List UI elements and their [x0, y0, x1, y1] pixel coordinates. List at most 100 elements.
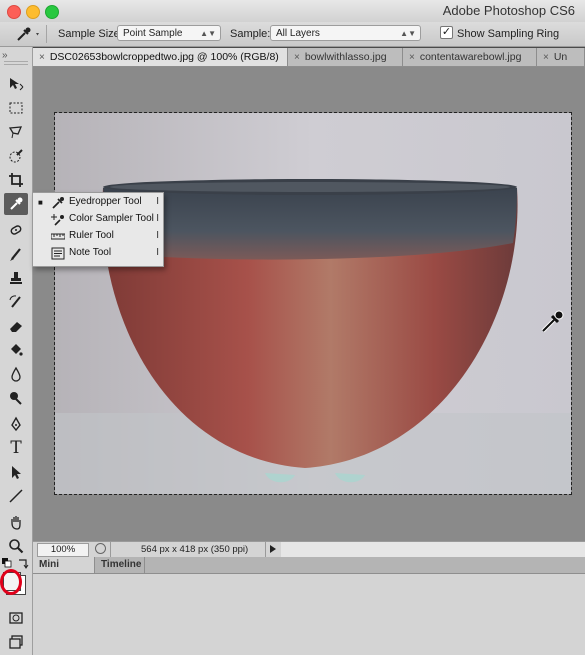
dodge-icon: [10, 392, 22, 405]
blur-drop-icon: [11, 366, 21, 382]
menu-item-label: Note Tool: [69, 247, 112, 258]
zoom-window-button[interactable]: [45, 5, 59, 19]
select-arrows-icon: ▲▼: [400, 29, 416, 38]
history-brush-icon: [9, 295, 21, 308]
paint-bucket-tool-button[interactable]: [4, 339, 28, 361]
eyedropper-tool-flyout: ■ Eyedropper Tool I Color Sampler Tool I…: [32, 192, 164, 267]
eyedropper-tool-button[interactable]: [4, 193, 28, 215]
dodge-tool-button[interactable]: [4, 387, 28, 409]
screen-mode-icon: [9, 635, 23, 649]
document-info: 564 px x 418 px (350 ppi): [141, 544, 249, 555]
history-brush-tool-button[interactable]: [4, 291, 28, 313]
color-sampler-icon: [51, 214, 64, 226]
status-bar: 100% 564 px x 418 px (350 ppi): [33, 541, 585, 557]
status-menu-icon[interactable]: [95, 543, 106, 554]
sample-select[interactable]: All Layers ▲▼: [270, 25, 421, 41]
lasso-tool-button[interactable]: [4, 121, 28, 143]
options-divider: [46, 25, 47, 43]
swap-colors-button[interactable]: [17, 557, 29, 569]
clone-stamp-tool-button[interactable]: [4, 267, 28, 289]
close-window-button[interactable]: [7, 5, 21, 19]
tab-contentawarebowl[interactable]: × contentawarebowl.jpg: [403, 48, 537, 66]
close-tab-icon[interactable]: ×: [39, 52, 45, 63]
stamp-icon: [10, 272, 22, 284]
tab-bowlwithlasso[interactable]: × bowlwithlasso.jpg: [288, 48, 403, 66]
type-tool-button[interactable]: T: [4, 437, 28, 459]
default-colors-button[interactable]: [2, 558, 12, 568]
shortcut-label: I: [156, 247, 159, 258]
tab-label: Un: [553, 51, 568, 63]
shortcut-label: I: [156, 196, 159, 207]
close-tab-icon[interactable]: ×: [294, 52, 300, 63]
quick-selection-tool-button[interactable]: [4, 145, 28, 167]
line-tool-button[interactable]: [4, 485, 28, 507]
sample-label: Sample:: [230, 28, 271, 40]
move-tool-button[interactable]: [4, 73, 28, 95]
menu-item-label: Eyedropper Tool: [69, 196, 142, 207]
document-image[interactable]: [54, 112, 572, 495]
status-divider: [265, 542, 266, 557]
pen-icon: [11, 416, 21, 432]
eyedropper-icon: [17, 27, 39, 41]
select-arrows-icon: ▲▼: [200, 29, 216, 38]
crop-tool-button[interactable]: [4, 169, 28, 191]
highlight-circle-annotation: [0, 569, 22, 595]
panel-tab-bar: Mini Bridge Timeline: [33, 557, 585, 586]
eyedropper-icon: [52, 197, 64, 209]
path-selection-tool-button[interactable]: [4, 461, 28, 483]
document-tab-bar: × DSC02653bowlcroppedtwo.jpg @ 100% (RGB/…: [33, 48, 585, 67]
menu-item-eyedropper-tool[interactable]: ■ Eyedropper Tool I: [33, 194, 163, 211]
tab-label: bowlwithlasso.jpg: [304, 51, 387, 63]
tab-label: DSC02653bowlcroppedtwo.jpg @ 100% (RGB/8…: [49, 51, 279, 63]
tools-panel: » T: [0, 47, 33, 655]
brush-icon: [10, 248, 21, 261]
zoom-tool-button[interactable]: [4, 535, 28, 557]
line-icon: [9, 489, 23, 503]
quick-selection-icon: [9, 149, 23, 163]
hand-icon: [11, 516, 21, 530]
menu-item-ruler-tool[interactable]: Ruler Tool I: [33, 228, 163, 245]
screen-mode-button[interactable]: [4, 631, 28, 653]
tab-dsc02653bowlcroppedtwo[interactable]: × DSC02653bowlcroppedtwo.jpg @ 100% (RGB/…: [33, 48, 288, 66]
menu-item-color-sampler-tool[interactable]: Color Sampler Tool I: [33, 211, 163, 228]
status-expand-arrow-icon[interactable]: [269, 544, 277, 557]
show-sampling-ring-label: Show Sampling Ring: [457, 28, 560, 40]
blur-tool-button[interactable]: [4, 363, 28, 385]
default-colors-icon: [2, 558, 12, 568]
quick-mask-button[interactable]: [4, 607, 28, 629]
brush-tool-button[interactable]: [4, 243, 28, 265]
collapse-panel-button[interactable]: »: [2, 50, 8, 61]
tab-mini-bridge[interactable]: Mini Bridge: [33, 557, 95, 586]
close-tab-icon[interactable]: ×: [409, 52, 415, 63]
eyedropper-icon: [10, 197, 23, 210]
tab-timeline[interactable]: Timeline: [95, 557, 145, 573]
options-bar: Sample Size: Point Sample ▲▼ Sample: All…: [0, 22, 585, 47]
selected-bullet-icon: ■: [38, 198, 43, 207]
quick-mask-icon: [9, 612, 23, 624]
sample-size-value: Point Sample: [123, 28, 183, 39]
menu-item-label: Color Sampler Tool: [69, 213, 154, 224]
tool-preset-picker[interactable]: [14, 25, 42, 43]
crop-icon: [9, 173, 23, 187]
sample-size-select[interactable]: Point Sample ▲▼: [117, 25, 221, 41]
status-divider: [110, 542, 111, 557]
menu-item-note-tool[interactable]: Note Tool I: [33, 245, 163, 262]
spot-healing-tool-button[interactable]: [4, 219, 28, 241]
horizontal-scroll-track[interactable]: [281, 542, 585, 557]
move-icon: [10, 78, 24, 91]
shortcut-label: I: [156, 213, 159, 224]
swap-arrows-icon: [19, 559, 29, 569]
pen-tool-button[interactable]: [4, 413, 28, 435]
paint-bucket-icon: [11, 344, 23, 356]
minimize-window-button[interactable]: [26, 5, 40, 19]
panel-grip[interactable]: [4, 61, 28, 65]
hand-tool-button[interactable]: [4, 511, 28, 533]
eraser-tool-button[interactable]: [4, 315, 28, 337]
zoom-level-field[interactable]: 100%: [37, 543, 89, 557]
lasso-icon: [8, 126, 23, 139]
marquee-tool-button[interactable]: [4, 97, 28, 119]
tab-untitled[interactable]: × Un: [537, 48, 585, 66]
close-tab-icon[interactable]: ×: [543, 52, 549, 63]
rectangular-marquee-icon: [9, 102, 23, 114]
show-sampling-ring-checkbox[interactable]: ✓: [440, 26, 453, 39]
